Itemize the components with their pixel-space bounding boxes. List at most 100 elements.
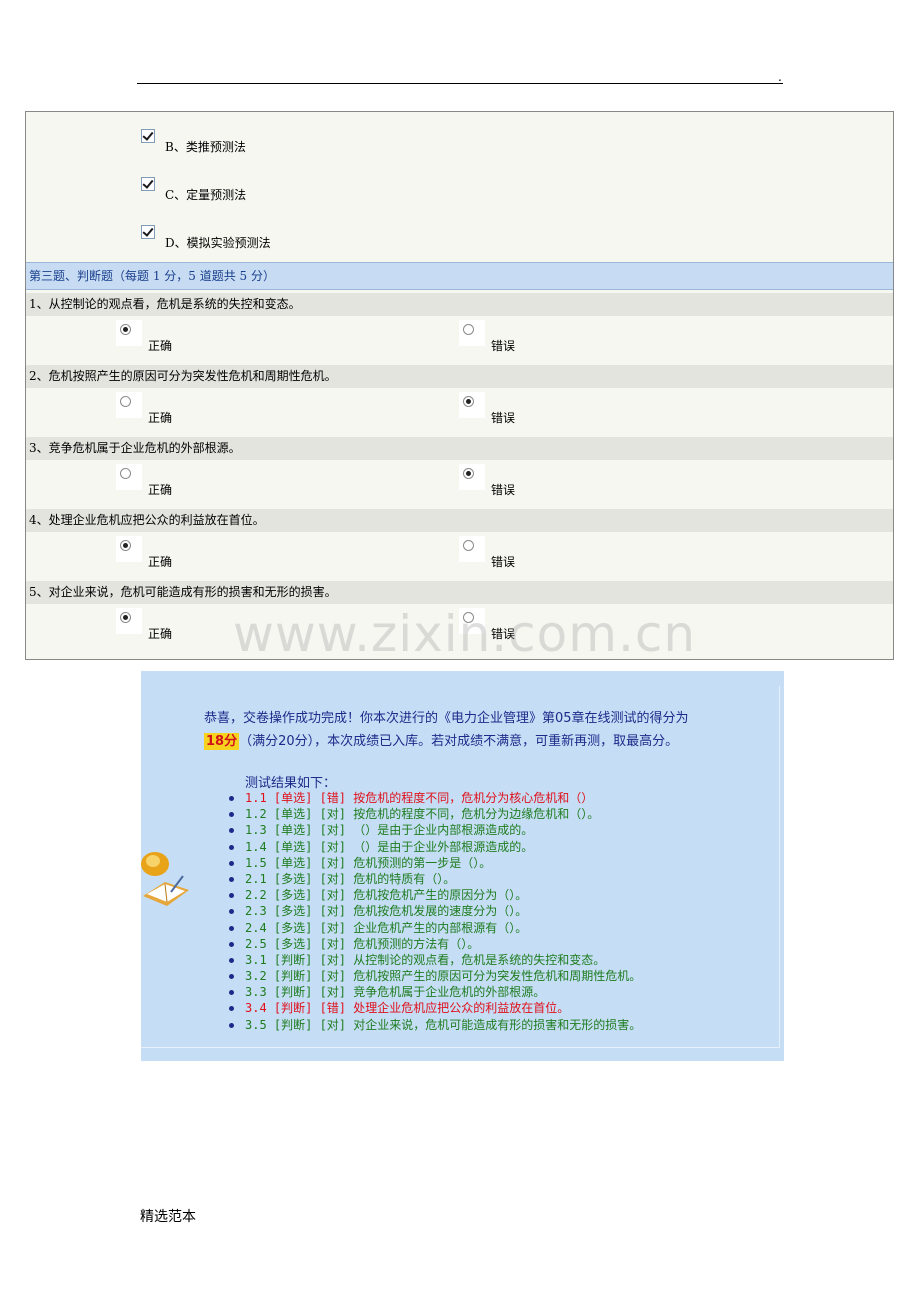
answer-true-label: 正确: [148, 483, 173, 497]
header-dot: .: [778, 70, 782, 84]
result-item-text: 1.2 [单选] [对] 按危机的程度不同，危机分为边缘危机和（）。: [245, 807, 600, 822]
result-item: 3.2 [判断] [对] 危机按照产生的原因可分为突发性危机和周期性危机。: [227, 968, 641, 984]
bullet-icon: [229, 860, 234, 866]
result-item-text: 2.2 [多选] [对] 危机按危机产生的原因分为（）。: [245, 888, 528, 903]
result-item-text: 3.2 [判断] [对] 危机按照产生的原因可分为突发性危机和周期性危机。: [245, 969, 642, 984]
radio-selected-icon[interactable]: [463, 396, 474, 407]
header-rule: [137, 83, 783, 84]
answer-false-label: 错误: [491, 411, 516, 425]
question-answers: 正确 错误: [26, 388, 893, 437]
result-heading: 测试结果如下：: [245, 776, 337, 791]
answer-true-radio[interactable]: [116, 464, 142, 490]
bullet-icon: [229, 844, 234, 850]
bullet-icon: [229, 828, 234, 834]
result-list: 1.1 [单选] [错] 按危机的程度不同，危机分为核心危机和（） 1.2 [单选…: [227, 790, 641, 1033]
answer-false-radio[interactable]: [459, 320, 485, 346]
result-item: 1.3 [单选] [对] （）是由于企业内部根源造成的。: [227, 822, 641, 838]
result-item-text: 1.5 [单选] [对] 危机预测的第一步是（）。: [245, 855, 492, 870]
answer-true-radio[interactable]: [116, 392, 142, 418]
bullet-icon: [229, 909, 234, 915]
answer-true-label: 正确: [148, 339, 173, 353]
checkbox-checked-icon[interactable]: [141, 129, 155, 143]
result-item: 2.3 [多选] [对] 危机按危机发展的速度分为（）。: [227, 903, 641, 919]
result-item: 3.1 [判断] [对] 从控制论的观点看，危机是系统的失控和变态。: [227, 952, 641, 968]
result-item-text: 2.1 [多选] [对] 危机的特质有（）。: [245, 871, 456, 886]
answer-true-radio[interactable]: [116, 536, 142, 562]
result-inner: 恭喜，交卷操作成功完成！你本次进行的《电力企业管理》第05章在线测试的得分为 1…: [141, 686, 780, 1048]
radio-selected-icon[interactable]: [120, 612, 131, 623]
result-item: 3.4 [判断] [错] 处理企业危机应把公众的利益放在首位。: [227, 1000, 641, 1016]
result-item: 2.2 [多选] [对] 危机按危机产生的原因分为（）。: [227, 887, 641, 903]
option-label: B、类推预测法: [165, 140, 246, 154]
result-item-text: 2.4 [多选] [对] 企业危机产生的内部根源有（）。: [245, 920, 528, 935]
question-stem: 4、处理企业危机应把公众的利益放在首位。: [26, 509, 893, 532]
result-panel: 恭喜，交卷操作成功完成！你本次进行的《电力企业管理》第05章在线测试的得分为 1…: [141, 671, 784, 1061]
question-stem: 5、对企业来说，危机可能造成有形的损害和无形的损害。: [26, 581, 893, 604]
result-item-text: 3.3 [判断] [对] 竞争危机属于企业危机的外部根源。: [245, 985, 546, 1000]
result-item-text: 1.3 [单选] [对] （）是由于企业内部根源造成的。: [245, 823, 534, 838]
answer-false-radio[interactable]: [459, 464, 485, 490]
checkbox-checked-icon[interactable]: [141, 177, 155, 191]
bullet-icon: [229, 974, 234, 980]
answer-true-label: 正确: [148, 627, 173, 641]
radio-empty-icon[interactable]: [120, 468, 131, 479]
question-stem: 3、竞争危机属于企业危机的外部根源。: [26, 437, 893, 460]
bullet-icon: [229, 876, 234, 882]
result-item-text: 2.5 [多选] [对] 危机预测的方法有（）。: [245, 936, 480, 951]
result-item: 1.1 [单选] [错] 按危机的程度不同，危机分为核心危机和（）: [227, 790, 641, 806]
radio-empty-icon[interactable]: [120, 396, 131, 407]
radio-selected-icon[interactable]: [120, 540, 131, 551]
answer-false-radio[interactable]: [459, 536, 485, 562]
answer-true-radio[interactable]: [116, 608, 142, 634]
answer-false-label: 错误: [491, 555, 516, 569]
result-item: 3.5 [判断] [对] 对企业来说，危机可能造成有形的损害和无形的损害。: [227, 1017, 641, 1033]
answer-false-radio[interactable]: [459, 392, 485, 418]
lamp-book-icon: [141, 852, 189, 906]
result-item: 1.5 [单选] [对] 危机预测的第一步是（）。: [227, 855, 641, 871]
question-stem: 2、危机按照产生的原因可分为突发性危机和周期性危机。: [26, 365, 893, 388]
checkbox-checked-icon[interactable]: [141, 225, 155, 239]
result-item: 1.4 [单选] [对] （）是由于企业外部根源造成的。: [227, 839, 641, 855]
option-label: D、模拟实验预测法: [165, 236, 271, 250]
result-item-text: 1.4 [单选] [对] （）是由于企业外部根源造成的。: [245, 839, 534, 854]
bullet-icon: [229, 893, 234, 899]
footer-text: 精选范本: [140, 1209, 196, 1225]
quiz-form: B、类推预测法 C、定量预测法 D、模拟实验预测法 第三题、判断题（每题 1 分…: [25, 111, 894, 663]
radio-selected-icon[interactable]: [120, 324, 131, 335]
result-item: 2.1 [多选] [对] 危机的特质有（）。: [227, 871, 641, 887]
result-item: 2.4 [多选] [对] 企业危机产生的内部根源有（）。: [227, 920, 641, 936]
result-item: 3.3 [判断] [对] 竞争危机属于企业危机的外部根源。: [227, 984, 641, 1000]
bullet-icon: [229, 925, 234, 931]
result-item-text: 2.3 [多选] [对] 危机按危机发展的速度分为（）。: [245, 904, 528, 919]
bullet-icon: [229, 957, 234, 963]
result-score-line: 18分 （满分20分），本次成绩已入库。若对成绩不满意，可重新再测，取最高分。: [204, 732, 678, 752]
bullet-icon: [229, 812, 234, 818]
result-item: 1.2 [单选] [对] 按危机的程度不同，危机分为边缘危机和（）。: [227, 806, 641, 822]
answer-true-radio[interactable]: [116, 320, 142, 346]
question-stem: 1、从控制论的观点看，危机是系统的失控和变态。: [26, 293, 893, 316]
score-tail: （满分20分），本次成绩已入库。若对成绩不满意，可重新再测，取最高分。: [239, 734, 679, 749]
bullet-icon: [229, 941, 234, 947]
section-title-judge: 第三题、判断题（每题 1 分，5 道题共 5 分）: [26, 262, 893, 290]
question-answers: 正确 错误: [26, 532, 893, 581]
bullet-icon: [229, 796, 234, 801]
bullet-icon: [229, 1006, 234, 1012]
radio-empty-icon[interactable]: [463, 540, 474, 551]
result-item-text: 3.4 [判断] [错] 处理企业危机应把公众的利益放在首位。: [245, 1001, 570, 1016]
watermark: www.zixin.com.cn: [233, 605, 697, 663]
result-item-text: 3.5 [判断] [对] 对企业来说，危机可能造成有形的损害和无形的损害。: [245, 1017, 642, 1032]
option-label: C、定量预测法: [165, 188, 247, 202]
answer-false-label: 错误: [491, 339, 516, 353]
radio-empty-icon[interactable]: [463, 324, 474, 335]
question-answers: 正确 错误: [26, 316, 893, 365]
bullet-icon: [229, 990, 234, 996]
answer-true-label: 正确: [148, 411, 173, 425]
radio-selected-icon[interactable]: [463, 468, 474, 479]
score-badge: 18分: [204, 733, 240, 750]
answer-true-label: 正确: [148, 555, 173, 569]
answer-false-label: 错误: [491, 483, 516, 497]
bullet-icon: [229, 1022, 234, 1028]
question-answers: 正确 错误: [26, 460, 893, 509]
result-message: 恭喜，交卷操作成功完成！你本次进行的《电力企业管理》第05章在线测试的得分为: [204, 711, 689, 726]
result-item-text: 3.1 [判断] [对] 从控制论的观点看，危机是系统的失控和变态。: [245, 952, 606, 967]
